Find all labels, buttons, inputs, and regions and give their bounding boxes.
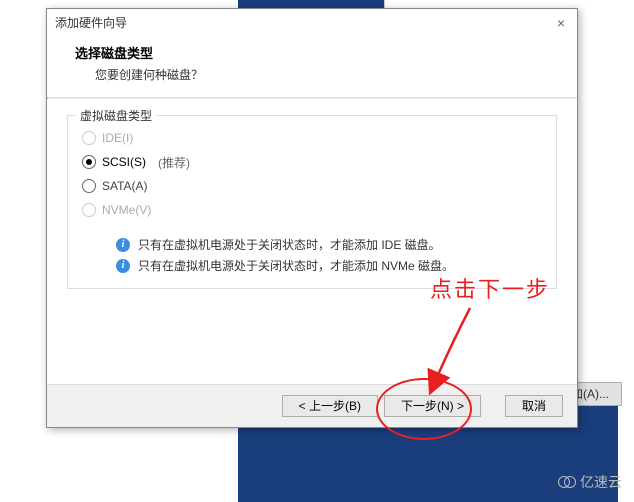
recommend-label: (推荐): [158, 154, 190, 171]
radio-label: SATA(A): [102, 179, 148, 193]
info-line-ide: i 只有在虚拟机电源处于关闭状态时，才能添加 IDE 磁盘。: [116, 236, 542, 253]
radio-icon: [82, 131, 96, 145]
radio-icon: [82, 203, 96, 217]
radio-nvme: NVMe(V): [82, 198, 542, 222]
dialog-header: 选择磁盘类型 您要创建何种磁盘？: [47, 37, 577, 97]
header-subtitle: 您要创建何种磁盘？: [75, 62, 549, 83]
group-legend: 虚拟磁盘类型: [76, 107, 156, 124]
back-button[interactable]: < 上一步(B): [282, 395, 378, 417]
header-title: 选择磁盘类型: [75, 43, 549, 62]
info-text: 只有在虚拟机电源处于关闭状态时，才能添加 NVMe 磁盘。: [138, 257, 454, 274]
info-block: i 只有在虚拟机电源处于关闭状态时，才能添加 IDE 磁盘。 i 只有在虚拟机电…: [82, 236, 542, 274]
radio-ide: IDE(I): [82, 126, 542, 150]
watermark: 亿速云: [558, 472, 622, 492]
close-icon[interactable]: ×: [553, 9, 569, 37]
radio-scsi[interactable]: SCSI(S) (推荐): [82, 150, 542, 174]
disk-type-group: 虚拟磁盘类型 IDE(I) SCSI(S) (推荐) SATA(A) NVMe(…: [67, 115, 557, 289]
next-button[interactable]: 下一步(N) >: [384, 395, 481, 417]
radio-label: SCSI(S): [102, 155, 146, 169]
dialog-footer: < 上一步(B) 下一步(N) > 取消: [47, 384, 577, 427]
radio-icon: [82, 179, 96, 193]
cancel-button[interactable]: 取消: [505, 395, 563, 417]
add-hardware-wizard-dialog: 添加硬件向导 × 选择磁盘类型 您要创建何种磁盘？ 虚拟磁盘类型 IDE(I) …: [46, 8, 578, 428]
watermark-text: 亿速云: [580, 472, 622, 492]
header-divider: [47, 97, 577, 99]
radio-label: IDE(I): [102, 131, 133, 145]
annotation-text: 点击下一步: [430, 272, 550, 304]
radio-icon: [82, 155, 96, 169]
radio-sata[interactable]: SATA(A): [82, 174, 542, 198]
dialog-titlebar: 添加硬件向导 ×: [47, 9, 577, 37]
dialog-title: 添加硬件向导: [55, 9, 127, 37]
watermark-icon: [558, 476, 576, 488]
info-icon: i: [116, 259, 130, 273]
info-icon: i: [116, 238, 130, 252]
radio-label: NVMe(V): [102, 203, 151, 217]
info-text: 只有在虚拟机电源处于关闭状态时，才能添加 IDE 磁盘。: [138, 236, 441, 253]
